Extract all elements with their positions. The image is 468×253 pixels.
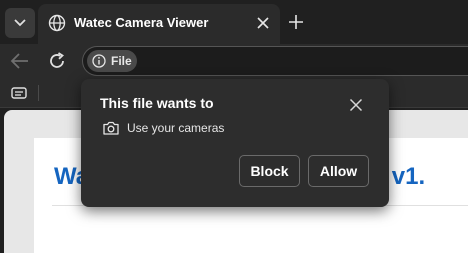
tab-title: Watec Camera Viewer [74, 15, 209, 30]
tab-close-icon[interactable] [256, 16, 270, 30]
permission-text: Use your cameras [127, 121, 225, 135]
allow-button[interactable]: Allow [308, 155, 369, 187]
active-tab[interactable]: Watec Camera Viewer [38, 4, 280, 44]
new-tab-icon[interactable] [288, 14, 304, 30]
block-button[interactable]: Block [239, 155, 300, 187]
globe-icon [48, 14, 66, 32]
site-info-label: File [111, 54, 132, 68]
collections-icon[interactable] [11, 86, 27, 100]
info-icon [92, 54, 106, 68]
tab-search-button[interactable] [5, 8, 35, 38]
back-arrow-icon[interactable] [10, 52, 30, 70]
chevron-down-icon [14, 19, 26, 27]
reload-icon[interactable] [47, 51, 67, 71]
site-info-chip[interactable]: File [87, 50, 137, 72]
close-icon[interactable] [349, 98, 363, 112]
camera-icon [103, 121, 119, 135]
prompt-title: This file wants to [100, 95, 214, 111]
permission-prompt: This file wants to Use your cameras Bloc… [81, 79, 389, 207]
bookmarks-divider [38, 85, 39, 101]
tab-strip: Watec Camera Viewer [0, 0, 468, 44]
toolbar: File [0, 44, 468, 78]
address-bar[interactable]: File [82, 46, 468, 76]
